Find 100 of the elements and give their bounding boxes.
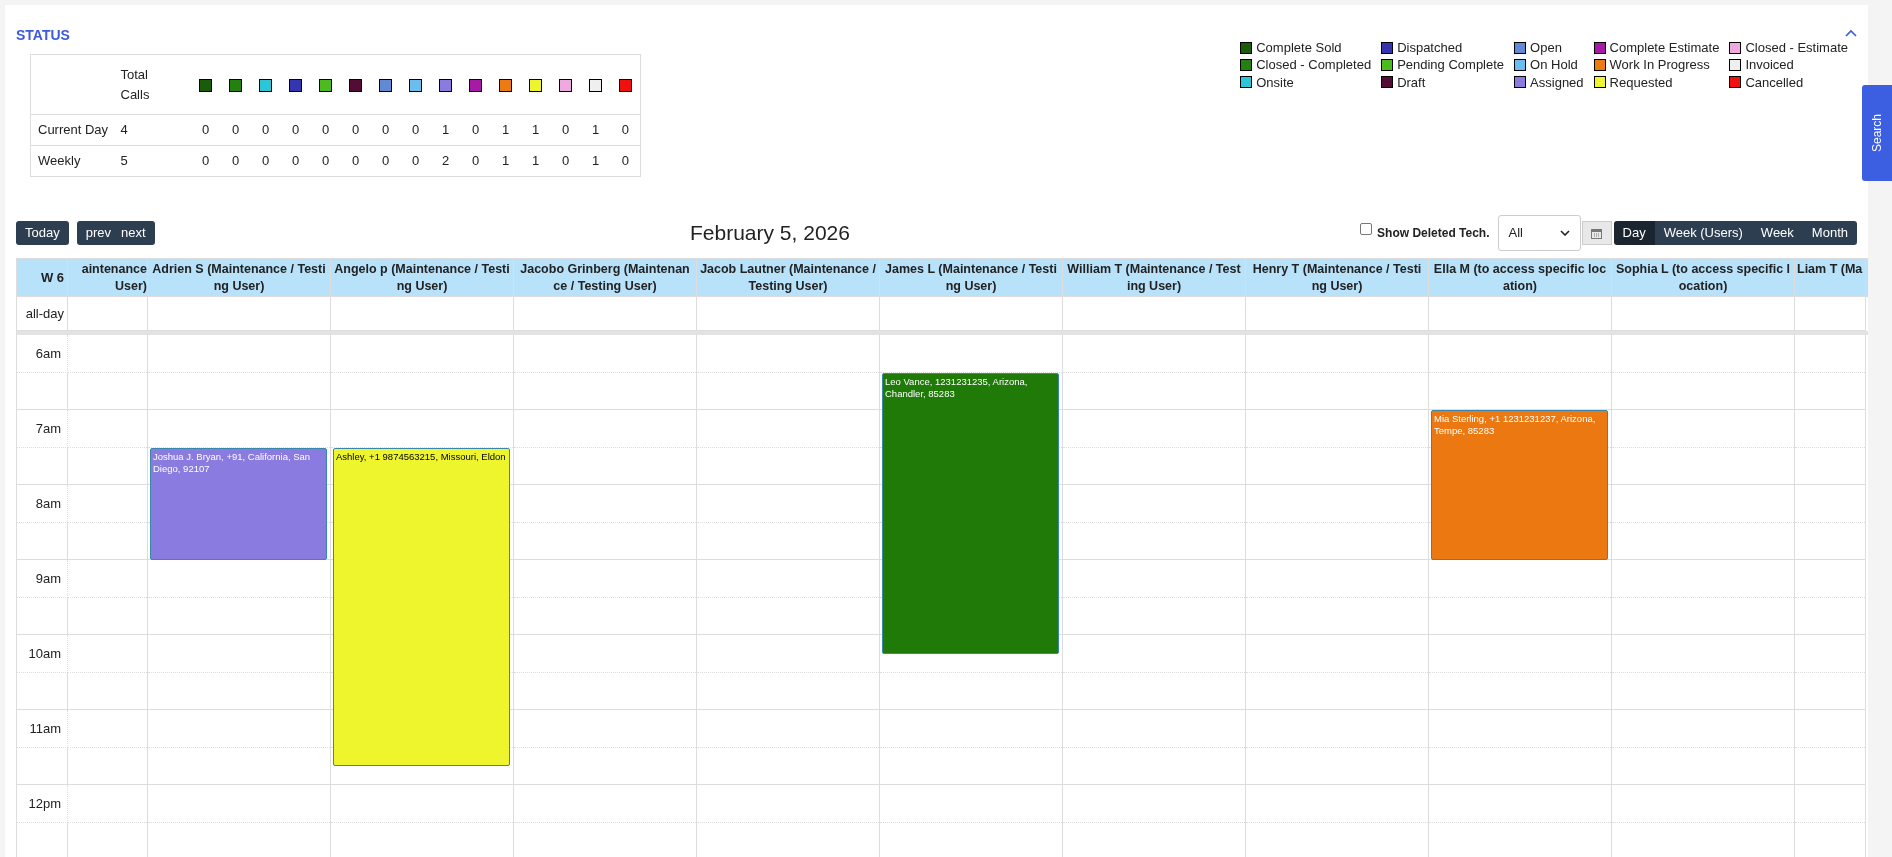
time-label: 9am	[35, 569, 61, 588]
table-cell: 1	[591, 153, 600, 169]
all-day-cell[interactable]	[1612, 297, 1795, 331]
prev-button[interactable]: prev	[76, 221, 116, 245]
legend-label: Complete Estimate	[1609, 38, 1720, 57]
table-cell: 0	[351, 153, 360, 169]
table-cell: 1	[501, 153, 510, 169]
search-tab[interactable]: Search	[1862, 85, 1892, 181]
column-header: Ella M (to access specific location)	[1432, 261, 1608, 295]
column-header: William T (Maintenance / Testing User)	[1066, 261, 1242, 295]
table-cell: 0	[201, 122, 210, 138]
all-day-cell[interactable]	[68, 297, 148, 331]
all-day-cell[interactable]	[331, 297, 514, 331]
table-cell: 0	[321, 153, 330, 169]
legend-label: Requested	[1609, 73, 1673, 92]
table-cell: 0	[621, 153, 629, 169]
table-cell: 0	[471, 122, 480, 138]
column-label: Total Calls	[120, 67, 150, 102]
table-cell: 0	[231, 122, 240, 138]
table-cell: 0	[261, 122, 270, 138]
all-day-label: all-day	[25, 304, 64, 323]
legend-label: Work In Progress	[1609, 56, 1710, 75]
show-deleted-checkbox[interactable]	[1360, 223, 1373, 235]
table-cell: 0	[231, 153, 240, 169]
all-day-cell[interactable]	[1795, 297, 1866, 331]
legend-label: Complete Sold	[1256, 38, 1342, 57]
legend-label: Open	[1530, 38, 1562, 57]
today-button[interactable]: Today	[16, 221, 69, 245]
table-cell: 4	[120, 122, 128, 138]
legend-label: Cancelled	[1745, 73, 1804, 92]
column-header: Jacob Lautner (Maintenance / Testing User)	[700, 261, 876, 295]
legend-label: Pending Complete	[1397, 56, 1505, 75]
column-header: Liam T (Ma	[1797, 261, 1863, 278]
time-label: 12pm	[28, 794, 61, 813]
legend-label: Assigned	[1530, 73, 1584, 92]
next-button[interactable]: next	[116, 221, 155, 245]
table-cell: 1	[441, 122, 450, 138]
table-cell: 5	[120, 153, 128, 169]
column-header: Jacobo Grinberg (Maintenance / Testing User)	[519, 261, 691, 295]
date-title: February 5, 2026	[690, 220, 850, 247]
table-cell: 0	[561, 153, 570, 169]
table-cell: 0	[351, 122, 360, 138]
table-cell: 0	[561, 122, 570, 138]
table-cell: 0	[291, 153, 300, 169]
column-header: Adrien S (Maintenance / Testing User)	[151, 261, 327, 295]
legend-label: Closed - Completed	[1256, 56, 1372, 75]
collapse-caret-icon[interactable]	[1845, 29, 1857, 37]
column-header: aintenance User)	[80, 261, 147, 295]
time-label: 7am	[35, 419, 61, 438]
week-label: W 6	[40, 268, 64, 287]
legend-label: Draft	[1397, 73, 1426, 92]
filter-select[interactable]: All	[1497, 215, 1581, 251]
table-cell: 0	[621, 122, 629, 138]
all-day-cell[interactable]	[514, 297, 697, 331]
event-block[interactable]: Joshua J. Bryan, +91, California, San Diego, 92107	[150, 447, 327, 560]
legend-label: Dispatched	[1397, 38, 1463, 57]
legend-label: Onsite	[1256, 73, 1294, 92]
table-cell: 0	[201, 153, 210, 169]
table-cell: 0	[291, 122, 300, 138]
all-day-cell[interactable]	[1246, 297, 1429, 331]
table-cell: 1	[501, 122, 510, 138]
view-tab[interactable]: Month	[1802, 221, 1857, 245]
view-tab[interactable]: Day	[1613, 221, 1655, 245]
table-cell: 0	[381, 122, 390, 138]
column-header: James L (Maintenance / Testing User)	[884, 261, 1058, 295]
view-tab[interactable]: Week	[1751, 221, 1803, 245]
table-cell: 0	[381, 153, 390, 169]
view-tab[interactable]: Week (Users)	[1654, 221, 1752, 245]
filter-value: All	[1508, 224, 1523, 243]
all-day-cell[interactable]	[697, 297, 880, 331]
table-cell: 2	[441, 153, 450, 169]
event-block[interactable]: Leo Vance, 1231231235, Arizona, Chandler, 85283	[882, 372, 1059, 654]
chevron-icon	[1559, 230, 1570, 236]
table-cell: 0	[411, 122, 420, 138]
legend-label: On Hold	[1530, 56, 1578, 75]
time-label: 10am	[28, 644, 61, 663]
column-header: Sophia L (to access specific location)	[1615, 261, 1791, 295]
all-day-cell[interactable]	[880, 297, 1063, 331]
calendar-icon	[1591, 227, 1602, 239]
time-label: 11am	[29, 719, 61, 738]
table-cell: 1	[531, 153, 540, 169]
all-day-cell[interactable]	[1429, 297, 1612, 331]
legend-label: Invoiced	[1745, 56, 1794, 75]
show-deleted-label: Show Deleted Tech.	[1377, 225, 1490, 242]
row-label: Weekly	[38, 153, 81, 169]
all-day-cell[interactable]	[148, 297, 331, 331]
all-day-cell[interactable]	[1063, 297, 1246, 331]
time-label: 6am	[35, 344, 61, 363]
legend-label: Closed - Estimate	[1745, 38, 1848, 57]
table-cell: 0	[411, 153, 420, 169]
calendar-button[interactable]	[1581, 221, 1612, 245]
table-cell: 1	[591, 122, 600, 138]
status-title: STATUS	[16, 26, 70, 45]
row-label: Current Day	[38, 122, 109, 138]
time-label: 8am	[35, 494, 61, 513]
event-block[interactable]: Ashley, +1 9874563215, Missouri, Eldon	[333, 447, 510, 767]
column-header: Angelo p (Maintenance / Testing User)	[334, 261, 510, 295]
table-cell: 0	[321, 122, 330, 138]
table-cell: 0	[471, 153, 480, 169]
column-header: Henry T (Maintenance / Testing User)	[1251, 261, 1423, 295]
